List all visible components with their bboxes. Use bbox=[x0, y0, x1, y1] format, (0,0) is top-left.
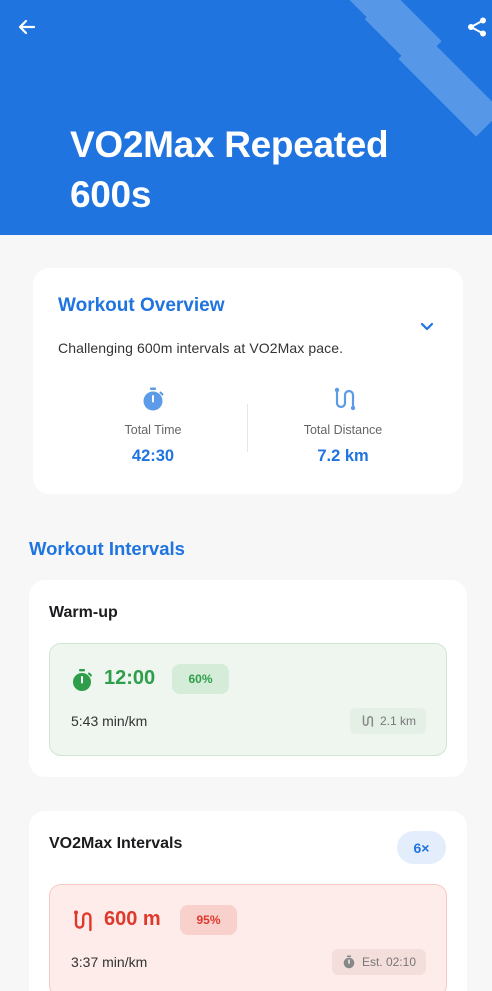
interval-card-warmup[interactable]: Warm-up 12:00 60% 5:43 min/km 2.1 km bbox=[29, 580, 467, 777]
estimate-chip-text: Est. 02:10 bbox=[361, 955, 416, 969]
share-icon bbox=[468, 17, 486, 37]
interval-title: Warm-up bbox=[49, 604, 118, 621]
interval-segment[interactable]: 600 m 95% 3:37 min/km Est. 02:10 bbox=[49, 884, 447, 991]
page-title: VO2Max Repeated 600s bbox=[70, 124, 389, 215]
route-icon bbox=[334, 387, 356, 411]
stat-divider bbox=[247, 404, 248, 452]
back-button[interactable] bbox=[14, 14, 40, 40]
intervals-section-title: Workout Intervals bbox=[29, 538, 185, 559]
interval-distance: 600 m bbox=[104, 908, 161, 930]
total-time-stat: Total Time 42:30 bbox=[73, 386, 233, 466]
interval-segment[interactable]: 12:00 60% 5:43 min/km 2.1 km bbox=[49, 643, 447, 756]
distance-chip-text: 2.1 km bbox=[379, 714, 416, 728]
intensity-badge: 60% bbox=[172, 664, 229, 694]
overview-description: Challenging 600m intervals at VO2Max pac… bbox=[58, 340, 344, 356]
interval-card-vo2max[interactable]: VO2Max Intervals 6× 600 m 95% 3:37 min/k… bbox=[29, 811, 467, 991]
estimate-chip: Est. 02:10 bbox=[331, 949, 426, 975]
workout-header: VO2Max Repeated 600s bbox=[0, 0, 492, 235]
chevron-down-icon[interactable] bbox=[419, 318, 435, 334]
stopwatch-icon bbox=[343, 955, 355, 969]
total-time-label: Total Time bbox=[124, 423, 182, 437]
intensity-badge: 95% bbox=[180, 905, 237, 935]
stopwatch-icon bbox=[143, 387, 164, 411]
interval-title: VO2Max Intervals bbox=[49, 835, 183, 852]
interval-pace: 5:43 min/km bbox=[71, 713, 148, 729]
interval-duration: 12:00 bbox=[104, 667, 156, 689]
workout-overview-card: Workout Overview Challenging 600m interv… bbox=[33, 268, 463, 494]
route-icon bbox=[362, 715, 374, 727]
stopwatch-icon bbox=[73, 669, 92, 691]
share-button[interactable] bbox=[464, 14, 490, 40]
overview-title: Workout Overview bbox=[58, 295, 225, 316]
distance-chip: 2.1 km bbox=[349, 708, 426, 734]
total-distance-stat: Total Distance 7.2 km bbox=[263, 386, 423, 466]
interval-pace: 3:37 min/km bbox=[71, 954, 148, 970]
total-distance-value: 7.2 km bbox=[317, 447, 369, 465]
arrow-left-icon bbox=[18, 19, 36, 35]
total-distance-label: Total Distance bbox=[303, 423, 383, 437]
total-time-value: 42:30 bbox=[131, 447, 175, 465]
repetitions-badge: 6× bbox=[397, 831, 446, 864]
route-icon bbox=[74, 910, 92, 932]
